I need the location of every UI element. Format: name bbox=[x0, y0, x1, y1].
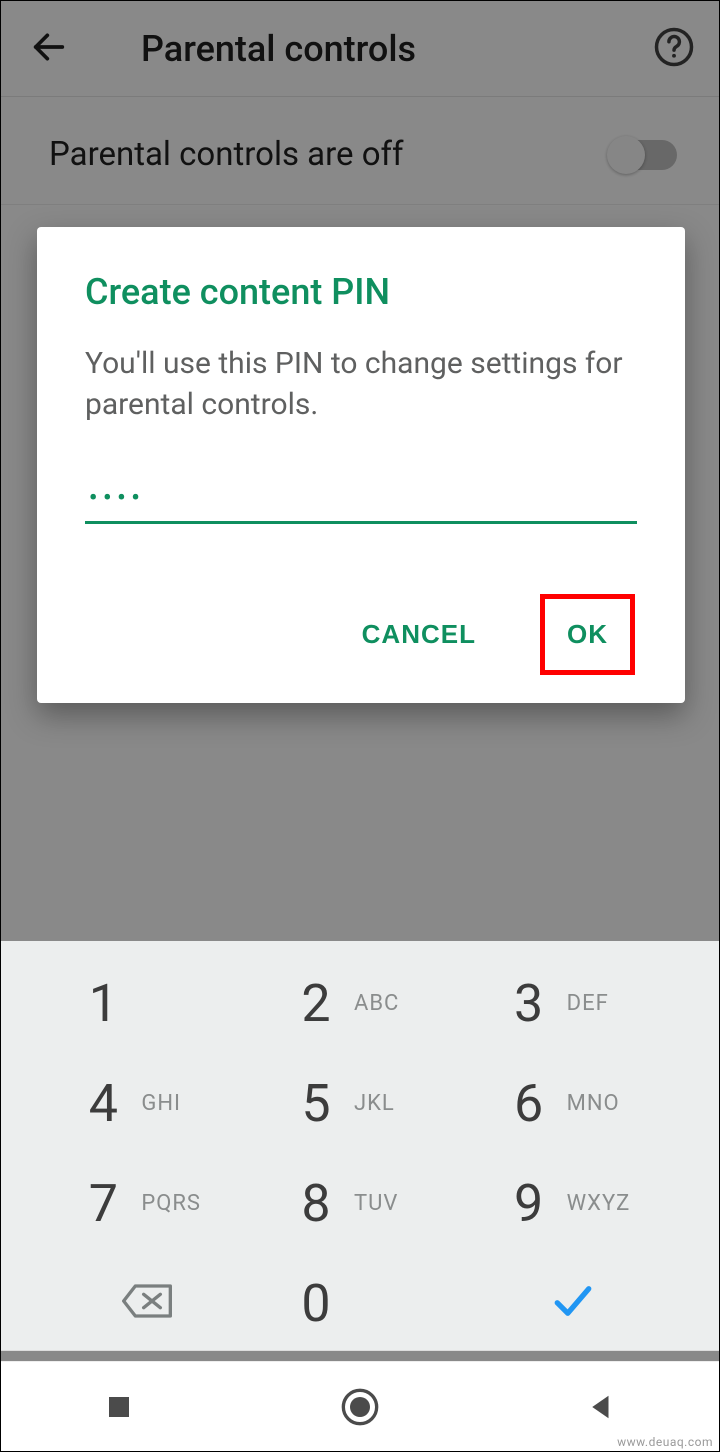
cancel-button[interactable]: CANCEL bbox=[342, 605, 496, 664]
numeric-keypad: 1 2 ABC 3 DEF 4 GHI 5 JKL 6 MNO bbox=[1, 941, 719, 1351]
key-6[interactable]: 6 MNO bbox=[466, 1053, 679, 1153]
key-backspace[interactable] bbox=[41, 1253, 254, 1353]
nav-recent-icon[interactable] bbox=[104, 1392, 134, 1422]
key-9[interactable]: 9 WXYZ bbox=[466, 1153, 679, 1253]
check-icon bbox=[548, 1280, 598, 1326]
key-confirm[interactable] bbox=[466, 1253, 679, 1353]
dialog-title: Create content PIN bbox=[85, 271, 637, 313]
android-navbar bbox=[1, 1361, 719, 1451]
create-pin-dialog: Create content PIN You'll use this PIN t… bbox=[37, 227, 685, 703]
key-3[interactable]: 3 DEF bbox=[466, 953, 679, 1053]
key-2[interactable]: 2 ABC bbox=[254, 953, 467, 1053]
pin-input[interactable]: •••• bbox=[85, 472, 637, 524]
nav-back-icon[interactable] bbox=[586, 1392, 616, 1422]
key-1[interactable]: 1 bbox=[41, 953, 254, 1053]
pin-mask: •••• bbox=[89, 486, 146, 511]
key-0[interactable]: 0 bbox=[254, 1253, 467, 1353]
key-5[interactable]: 5 JKL bbox=[254, 1053, 467, 1153]
backspace-icon bbox=[120, 1281, 174, 1325]
watermark: www.deuaq.com bbox=[617, 1435, 713, 1449]
dialog-body: You'll use this PIN to change settings f… bbox=[85, 343, 637, 426]
key-4[interactable]: 4 GHI bbox=[41, 1053, 254, 1153]
key-8[interactable]: 8 TUV bbox=[254, 1153, 467, 1253]
key-7[interactable]: 7 PQRS bbox=[41, 1153, 254, 1253]
ok-button[interactable]: OK bbox=[540, 594, 635, 675]
nav-home-icon[interactable] bbox=[340, 1387, 380, 1427]
dialog-actions: CANCEL OK bbox=[85, 594, 637, 675]
